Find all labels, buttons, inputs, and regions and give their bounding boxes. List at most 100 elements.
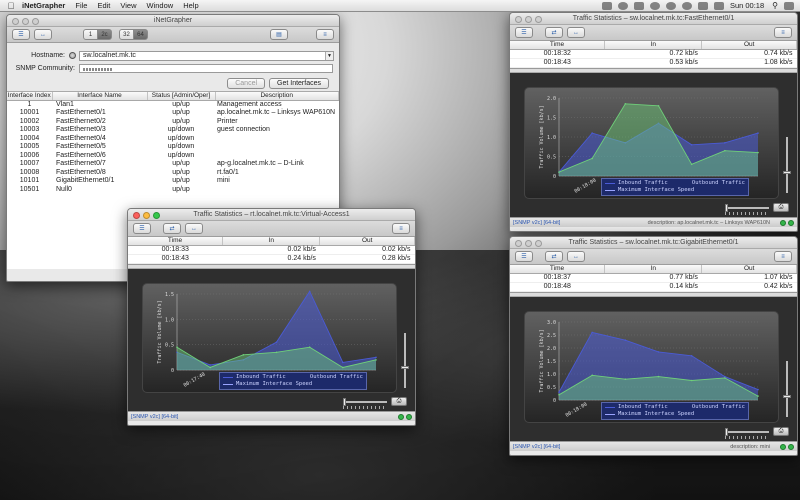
table-row[interactable]: 00:18:43 0.53 kb/s 1.08 kb/s bbox=[510, 58, 797, 68]
minimize-button[interactable] bbox=[525, 15, 532, 23]
swap-icon[interactable]: ⇄ bbox=[163, 223, 181, 234]
col-description[interactable]: Description bbox=[215, 92, 339, 101]
table-row[interactable]: 10003 FastEthernet0/3 up/down guest connect… bbox=[7, 125, 339, 134]
col-time[interactable]: Time bbox=[128, 237, 224, 246]
stats-titlebar[interactable]: Traffic Statistics – sw.localnet.mk.tc:F… bbox=[510, 13, 797, 25]
apple-icon[interactable]:  bbox=[6, 1, 16, 11]
table-row[interactable]: 00:18:33 0.02 kb/s 0.02 kb/s bbox=[128, 245, 415, 255]
menu-app-name[interactable]: iNetGrapher bbox=[22, 1, 65, 10]
spotlight-search-icon[interactable]: ⚲ bbox=[772, 1, 778, 10]
table-row[interactable]: 10501 Null0 up/up bbox=[7, 185, 339, 194]
chevron-down-icon[interactable]: ▼ bbox=[325, 51, 333, 60]
col-time[interactable]: Time bbox=[510, 265, 606, 274]
chart-window-button[interactable]: ☰ bbox=[12, 29, 30, 40]
print-chart-button[interactable]: ⎙ bbox=[391, 397, 407, 406]
minimize-button[interactable] bbox=[22, 17, 29, 25]
arrows-button[interactable]: ↔ bbox=[567, 27, 585, 38]
table-row[interactable]: 10006 FastEthernet0/6 up/down bbox=[7, 151, 339, 160]
cancel-button[interactable]: Cancel bbox=[227, 78, 266, 89]
get-interfaces-button[interactable]: Get Interfaces bbox=[269, 78, 329, 89]
table-row[interactable]: 10002 FastEthernet0/2 up/up Printer bbox=[7, 117, 339, 126]
stats-titlebar[interactable]: Traffic Statistics – sw.localnet.mk.tc:G… bbox=[510, 237, 797, 249]
tray-volume-icon[interactable] bbox=[697, 1, 708, 10]
swap-icon[interactable]: ⇄ bbox=[545, 251, 563, 262]
col-interface-index[interactable]: Interface Index bbox=[7, 92, 53, 101]
col-in[interactable]: In bbox=[604, 41, 703, 50]
hostname-input[interactable]: sw.localnet.mk.tc ▼ bbox=[79, 50, 334, 61]
arrows-button[interactable]: ↔ bbox=[185, 223, 203, 234]
settings-button[interactable]: ≡ bbox=[392, 223, 410, 234]
col-status[interactable]: Status [Admin/Oper] bbox=[147, 92, 216, 101]
segment-v2c[interactable]: 2c bbox=[97, 29, 112, 40]
close-button[interactable] bbox=[12, 17, 19, 25]
horizontal-zoom-slider[interactable] bbox=[343, 398, 387, 406]
zoom-button[interactable] bbox=[153, 211, 160, 219]
minimize-button[interactable] bbox=[525, 239, 532, 247]
menu-file[interactable]: File bbox=[75, 1, 87, 10]
vertical-zoom-slider[interactable] bbox=[783, 137, 791, 194]
table-row[interactable]: 10008 FastEthernet0/8 up/up rt.fa0/1 bbox=[7, 168, 339, 177]
chart-icon[interactable]: ☰ bbox=[133, 223, 151, 234]
vertical-zoom-slider[interactable] bbox=[783, 361, 791, 418]
col-interface-name[interactable]: Interface Name bbox=[52, 92, 148, 101]
settings-button[interactable]: ≡ bbox=[774, 27, 792, 38]
zoom-button[interactable] bbox=[535, 239, 542, 247]
menubar-clock[interactable]: Sun 00:18 bbox=[730, 1, 764, 10]
menu-view[interactable]: View bbox=[120, 1, 136, 10]
table-row[interactable]: 10001 FastEthernet0/1 up/up ap.localnet.mk.… bbox=[7, 108, 339, 117]
menu-window[interactable]: Window bbox=[147, 1, 174, 10]
swap-icon[interactable]: ⇄ bbox=[545, 27, 563, 38]
table-row[interactable]: 10004 FastEthernet0/4 up/down bbox=[7, 134, 339, 143]
table-row[interactable]: 1 Vlan1 up/up Management access bbox=[7, 100, 339, 109]
segment-32bit[interactable]: 32 bbox=[119, 29, 134, 40]
print-chart-button[interactable]: ⎙ bbox=[773, 427, 789, 436]
zoom-button[interactable] bbox=[535, 15, 542, 23]
close-button[interactable] bbox=[515, 239, 522, 247]
print-chart-button[interactable]: ⎙ bbox=[773, 203, 789, 212]
tray-menu-icon[interactable] bbox=[601, 1, 612, 10]
col-in[interactable]: In bbox=[604, 265, 703, 274]
col-in[interactable]: In bbox=[222, 237, 321, 246]
chart-icon[interactable]: ☰ bbox=[515, 251, 533, 262]
segment-64bit[interactable]: 64 bbox=[133, 29, 148, 40]
table-row[interactable]: 00:18:32 0.72 kb/s 0.74 kb/s bbox=[510, 49, 797, 59]
tray-bluetooth-icon[interactable] bbox=[665, 1, 676, 10]
menu-help[interactable]: Help bbox=[183, 1, 198, 10]
tray-battery-icon[interactable] bbox=[713, 1, 724, 10]
vertical-zoom-slider[interactable] bbox=[401, 332, 409, 388]
tray-wifi-icon[interactable] bbox=[681, 1, 692, 10]
horizontal-zoom-slider[interactable] bbox=[725, 428, 769, 436]
col-time[interactable]: Time bbox=[510, 41, 606, 50]
settings-button[interactable]: ≡ bbox=[774, 251, 792, 262]
notification-center-icon[interactable] bbox=[784, 1, 794, 10]
table-row[interactable]: 00:18:37 0.77 kb/s 1.07 kb/s bbox=[510, 273, 797, 283]
tray-sync-icon[interactable] bbox=[617, 1, 628, 10]
zoom-button[interactable] bbox=[32, 17, 39, 25]
close-button[interactable] bbox=[515, 15, 522, 23]
close-button[interactable] bbox=[133, 211, 140, 219]
arrows-button[interactable]: ↔ bbox=[34, 29, 52, 40]
menu-edit[interactable]: Edit bbox=[97, 1, 110, 10]
table-row[interactable]: 10007 FastEthernet0/7 up/up ap-g.localnet.m… bbox=[7, 159, 339, 168]
tray-clock-icon[interactable] bbox=[649, 1, 660, 10]
tray-display-icon[interactable] bbox=[633, 1, 644, 10]
arrows-button[interactable]: ↔ bbox=[567, 251, 585, 262]
col-out[interactable]: Out bbox=[319, 237, 415, 246]
y-tick-label: 0 bbox=[553, 174, 556, 180]
row-name: Null0 bbox=[56, 185, 72, 193]
stats-titlebar[interactable]: Traffic Statistics – rt.localnet.mk.tc:V… bbox=[128, 209, 415, 221]
community-password-field[interactable] bbox=[79, 64, 333, 73]
table-row[interactable]: 10005 FastEthernet0/5 up/down bbox=[7, 142, 339, 151]
chart-icon[interactable]: ☰ bbox=[515, 27, 533, 38]
main-window-titlebar[interactable]: iNetGrapher bbox=[7, 15, 339, 27]
segment-v1[interactable]: 1 bbox=[83, 29, 98, 40]
table-row[interactable]: 10101 GigabitEthernet0/1 up/up mini bbox=[7, 176, 339, 185]
table-row[interactable]: 00:18:48 0.14 kb/s 0.42 kb/s bbox=[510, 282, 797, 292]
col-out[interactable]: Out bbox=[701, 265, 797, 274]
minimize-button[interactable] bbox=[143, 211, 150, 219]
table-row[interactable]: 00:18:43 0.24 kb/s 0.28 kb/s bbox=[128, 254, 415, 264]
settings-button[interactable]: ≡ bbox=[316, 29, 334, 40]
col-out[interactable]: Out bbox=[701, 41, 797, 50]
horizontal-zoom-slider[interactable] bbox=[725, 204, 769, 212]
database-icon[interactable]: ▤ bbox=[270, 29, 288, 40]
